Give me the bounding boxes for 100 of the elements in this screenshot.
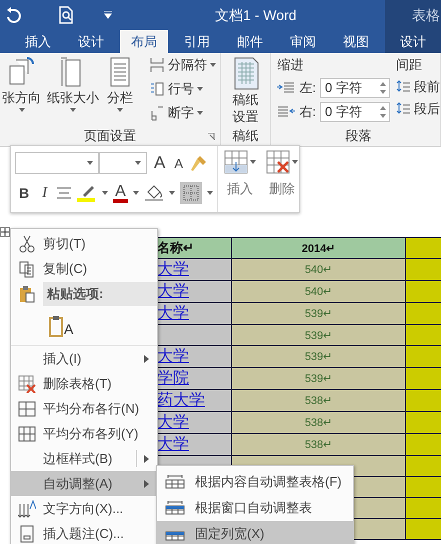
- caret-icon: [197, 111, 203, 115]
- breaks-icon: [149, 57, 165, 73]
- ribbon-button[interactable]: 分栏: [105, 56, 135, 112]
- field-label: 段后: [414, 100, 440, 118]
- caret-icon: [87, 161, 93, 165]
- menu-section-header: 粘贴选项:: [43, 282, 157, 306]
- table-cell: [406, 412, 441, 434]
- ribbon-button[interactable]: 张方向: [2, 56, 41, 112]
- table-move-handle-icon[interactable]: [0, 227, 10, 237]
- table-link[interactable]: 大学: [157, 283, 189, 300]
- text-direction-icon: [18, 500, 36, 518]
- ribbon-button[interactable]: 断字: [149, 104, 216, 122]
- table-cell: [406, 324, 441, 346]
- table-link[interactable]: 大学: [157, 414, 189, 431]
- group-label: 稿纸: [232, 127, 259, 145]
- caret-icon: [197, 87, 203, 91]
- menu-item[interactable]: 根据窗口自动调整表: [157, 495, 353, 521]
- scissors-icon: [18, 234, 36, 252]
- menu-item[interactable]: 删除表格(T): [11, 371, 157, 396]
- ribbon-button[interactable]: 纸张大小: [47, 56, 99, 112]
- paint-bucket-icon[interactable]: [144, 184, 164, 202]
- insert-button[interactable]: 插入: [224, 150, 256, 208]
- bold-button[interactable]: B: [15, 185, 34, 201]
- table-cell: [406, 258, 441, 280]
- table-cell: [406, 390, 441, 412]
- table-cell: 538↵: [232, 434, 406, 456]
- ribbon-tab[interactable]: 邮件: [226, 30, 274, 53]
- caret-icon: [292, 160, 298, 164]
- table-link[interactable]: 学院: [157, 370, 189, 387]
- menu-item[interactable]: 文字方向(X)...: [11, 496, 157, 521]
- customize-caret-icon[interactable]: [104, 11, 112, 19]
- caret-icon: [18, 108, 24, 112]
- caret-icon: [168, 191, 175, 195]
- align-center-icon[interactable]: [56, 187, 72, 199]
- dialog-launcher-icon[interactable]: [208, 133, 215, 140]
- insert-table-icon: [224, 150, 248, 174]
- table-cell: [406, 456, 441, 476]
- ribbon-tab[interactable]: 审阅: [279, 30, 327, 53]
- menu-item[interactable]: 复制(C): [11, 256, 157, 281]
- font-color-button[interactable]: A: [113, 184, 128, 202]
- spacing-after-icon: [396, 102, 410, 116]
- menu-item[interactable]: 平均分布各行(N): [11, 396, 157, 421]
- spin-field[interactable]: 0 字符: [320, 78, 390, 98]
- copy-icon: [18, 260, 36, 278]
- caret-icon: [70, 108, 76, 112]
- menu-item[interactable]: 插入(I): [11, 346, 157, 371]
- table-cell: [406, 498, 441, 518]
- indent-right-icon: [277, 106, 296, 118]
- field-label: 右:: [299, 103, 316, 121]
- table-cell: [406, 346, 441, 368]
- font-field[interactable]: [15, 152, 99, 174]
- font-size-field[interactable]: [99, 152, 147, 174]
- table-cell: [406, 476, 441, 498]
- spinner-icon: [380, 81, 386, 95]
- table-link[interactable]: 药大学: [157, 392, 205, 409]
- table-cell: 538↵: [232, 390, 406, 412]
- ribbon-tab[interactable]: 设计: [67, 30, 115, 53]
- ribbon-tab[interactable]: 插入: [14, 30, 62, 53]
- table-cell: 538↵: [232, 412, 406, 434]
- table-link[interactable]: 大学: [157, 305, 189, 322]
- highlighter-icon[interactable]: [77, 184, 98, 202]
- autofit-window-icon: [165, 501, 185, 515]
- caret-icon: [210, 63, 216, 67]
- delete-table-icon: [18, 374, 36, 392]
- table-cell: [406, 238, 441, 258]
- menu-item[interactable]: 平均分布各列(Y): [11, 421, 157, 446]
- ribbon-button[interactable]: 稿纸设置: [232, 56, 260, 125]
- table-link[interactable]: 大学: [157, 348, 189, 365]
- ribbon-tab[interactable]: 设计: [385, 30, 441, 53]
- ribbon-tab[interactable]: 布局: [120, 30, 168, 53]
- menu-item[interactable]: 根据内容自动调整表格(F): [157, 469, 353, 495]
- caret-icon: [135, 161, 141, 165]
- table-link[interactable]: 大学: [157, 261, 189, 278]
- distribute-columns-icon: [18, 424, 36, 442]
- delete-button[interactable]: 删除: [266, 150, 298, 208]
- caret-icon: [250, 160, 256, 164]
- ribbon-tab[interactable]: 引用: [173, 30, 221, 53]
- shrink-font-button[interactable]: A: [172, 156, 186, 170]
- table-cell: [406, 434, 441, 456]
- table-cell: 539↵: [232, 368, 406, 390]
- menu-item[interactable]: 插入题注(C)...: [11, 521, 157, 544]
- table-cell: [406, 280, 441, 302]
- menu-item[interactable]: 边框样式(B): [11, 446, 157, 471]
- italic-button[interactable]: I: [38, 184, 52, 202]
- spin-field[interactable]: 0 字符: [320, 102, 390, 122]
- grow-font-button[interactable]: A: [152, 153, 168, 173]
- print-preview-icon[interactable]: [58, 6, 74, 24]
- menu-item[interactable]: 自动调整(A): [11, 471, 157, 496]
- grid-paper-icon: [232, 56, 260, 90]
- ribbon-tab[interactable]: 视图: [332, 30, 380, 53]
- table-link[interactable]: 大学: [157, 436, 189, 453]
- undo-icon[interactable]: [4, 7, 24, 23]
- paste-icon: [19, 285, 35, 303]
- ribbon-button[interactable]: 行号: [149, 80, 216, 98]
- table-cell: 540↵: [232, 280, 406, 302]
- menu-item[interactable]: 固定列宽(X): [157, 521, 353, 544]
- ribbon-button[interactable]: 分隔符: [149, 56, 216, 74]
- menu-item[interactable]: 剪切(T): [11, 231, 157, 256]
- borders-button[interactable]: [180, 182, 202, 204]
- table-cell: 540↵: [232, 258, 406, 280]
